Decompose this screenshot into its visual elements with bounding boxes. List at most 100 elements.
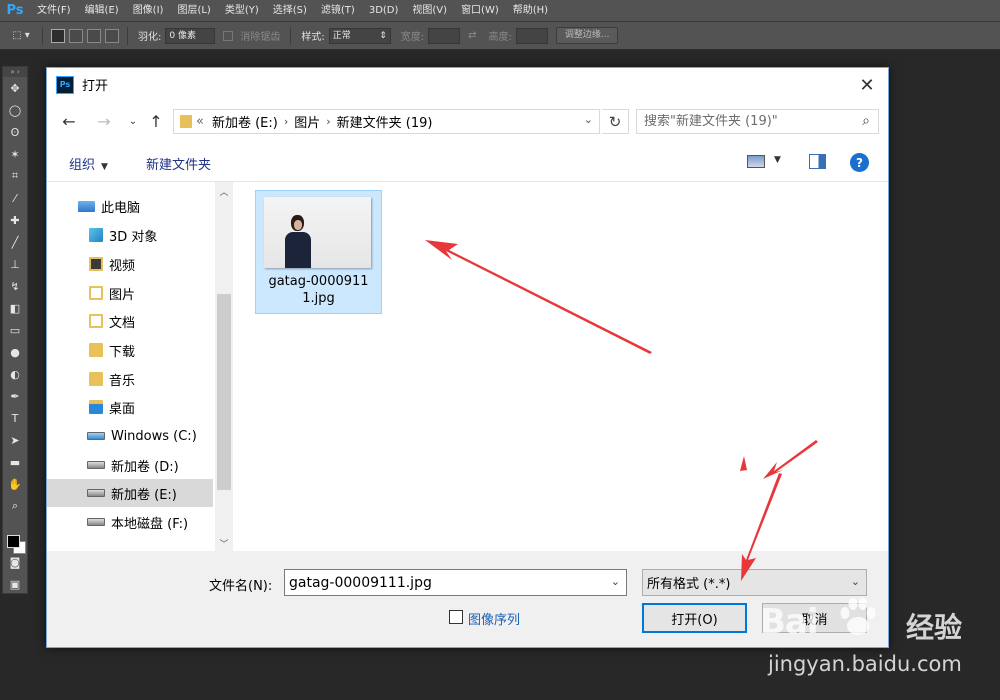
blur-icon[interactable]: ●	[3, 341, 27, 363]
breadcrumb-new-folder-19[interactable]: 新建文件夹 (19)	[337, 112, 433, 131]
tree-item-drive-d[interactable]: 新加卷 (D:)	[47, 451, 213, 479]
menu-layer[interactable]: 图层(L)	[170, 0, 217, 22]
preview-pane-icon[interactable]	[809, 154, 826, 169]
breadcrumb-pictures[interactable]: 图片	[294, 112, 320, 131]
tree-item-videos[interactable]: 视频	[47, 250, 213, 278]
chevron-right-icon[interactable]: ›	[326, 115, 330, 128]
type-tool-icon[interactable]: T	[3, 407, 27, 429]
width-label: 宽度:	[400, 32, 425, 43]
scroll-down-icon[interactable]: ﹀	[215, 534, 233, 552]
breadcrumb-drive-e[interactable]: 新加卷 (E:)	[212, 112, 278, 131]
shape-icon[interactable]: ▬	[3, 451, 27, 473]
filename-combobox[interactable]: ⌄	[284, 569, 627, 596]
intersect-selection-icon[interactable]	[105, 28, 119, 43]
scroll-up-icon[interactable]: ︿	[215, 182, 233, 200]
up-arrow-icon[interactable]: ↑	[146, 111, 166, 131]
menu-view[interactable]: 视图(V)	[405, 0, 454, 22]
zoom-icon[interactable]: ⌕	[3, 495, 27, 517]
search-input[interactable]	[644, 114, 844, 129]
music-folder-icon	[89, 372, 103, 386]
tree-item-downloads[interactable]: 下载	[47, 336, 213, 364]
chevron-down-icon[interactable]: ⌄	[611, 575, 620, 588]
refine-edge-button[interactable]: 调整边缘...	[555, 27, 619, 44]
lasso-icon[interactable]: ʘ	[3, 121, 27, 143]
refresh-icon[interactable]: ↻	[602, 109, 629, 134]
screen-mode-icon[interactable]: ▣	[3, 573, 27, 595]
foreground-color-swatch[interactable]	[7, 535, 20, 548]
brush-icon[interactable]: ╱	[3, 231, 27, 253]
address-bar[interactable]: « 新加卷 (E:) › 图片 › 新建文件夹 (19) ⌄	[173, 109, 600, 134]
filename-input[interactable]	[285, 570, 595, 595]
spinner-icon: ⇕	[379, 30, 387, 41]
ellipse-marquee-icon[interactable]: ◯	[3, 99, 27, 121]
change-view-icon[interactable]	[747, 155, 765, 168]
tree-item-label: 新加卷 (E:)	[111, 487, 177, 503]
menu-file[interactable]: 文件(F)	[30, 0, 78, 22]
quick-mask-icon[interactable]: ◙	[3, 551, 27, 573]
tree-scrollbar[interactable]: ︿ ﹀	[215, 182, 233, 552]
stamp-icon[interactable]: ⊥	[3, 253, 27, 275]
file-name-line2: 1.jpg	[302, 291, 335, 306]
menu-filter[interactable]: 滤镜(T)	[314, 0, 362, 22]
chevron-down-icon[interactable]: ⌄	[584, 113, 593, 126]
image-sequence-label[interactable]: 图像序列	[468, 609, 520, 628]
image-sequence-checkbox[interactable]	[449, 610, 463, 624]
marquee-preset-icon[interactable]: ⬚ ▾	[6, 26, 36, 46]
chevron-down-icon[interactable]: ⌄	[851, 575, 860, 588]
file-name-line1: gatag-0000911	[268, 274, 369, 289]
path-select-icon[interactable]: ➤	[3, 429, 27, 451]
tree-item-3d-objects[interactable]: 3D 对象	[47, 221, 213, 249]
menu-image[interactable]: 图像(I)	[126, 0, 171, 22]
style-select[interactable]: 正常 ⇕	[328, 27, 391, 44]
organize-menu[interactable]: 组织 ▼	[69, 154, 108, 173]
tree-item-pictures[interactable]: 图片	[47, 279, 213, 307]
subtract-selection-icon[interactable]	[87, 28, 101, 43]
pen-icon[interactable]: ✒	[3, 385, 27, 407]
tree-item-drive-e[interactable]: 新加卷 (E:)	[47, 479, 213, 507]
magic-wand-icon[interactable]: ✶	[3, 143, 27, 165]
tree-item-drive-c[interactable]: Windows (C:)	[47, 422, 213, 450]
recent-locations-chevron-icon[interactable]: ⌄	[123, 111, 143, 131]
address-overflow[interactable]: «	[196, 114, 204, 129]
add-selection-icon[interactable]	[69, 28, 83, 43]
help-icon[interactable]: ?	[850, 153, 869, 172]
close-icon[interactable]: ✕	[854, 72, 880, 98]
healing-brush-icon[interactable]: ✚	[3, 209, 27, 231]
caret-down-icon[interactable]: ▼	[774, 155, 781, 165]
panel-grip-icon[interactable]: » ›	[3, 67, 27, 77]
move-tool-icon[interactable]: ✥	[3, 77, 27, 99]
tree-item-drive-f[interactable]: 本地磁盘 (F:)	[47, 508, 213, 536]
menu-window[interactable]: 窗口(W)	[454, 0, 506, 22]
dodge-icon[interactable]: ◐	[3, 363, 27, 385]
menu-edit[interactable]: 编辑(E)	[78, 0, 126, 22]
search-box[interactable]: ⌕	[636, 109, 879, 134]
history-brush-icon[interactable]: ↯	[3, 275, 27, 297]
open-button[interactable]: 打开(O)	[642, 603, 747, 633]
antialias-checkbox[interactable]	[223, 30, 234, 41]
new-folder-button[interactable]: 新建文件夹	[146, 154, 211, 173]
menu-3d[interactable]: 3D(D)	[362, 0, 406, 22]
hand-icon[interactable]: ✋	[3, 473, 27, 495]
back-arrow-icon[interactable]: ←	[59, 111, 79, 131]
file-item[interactable]: gatag-0000911 1.jpg	[255, 190, 382, 314]
chevron-right-icon[interactable]: ›	[284, 115, 288, 128]
menu-type[interactable]: 类型(Y)	[218, 0, 266, 22]
crop-icon[interactable]: ⌗	[3, 165, 27, 187]
gradient-icon[interactable]: ▭	[3, 319, 27, 341]
menu-select[interactable]: 选择(S)	[266, 0, 314, 22]
scroll-thumb[interactable]	[217, 294, 231, 490]
height-input[interactable]	[515, 27, 548, 44]
tree-item-documents[interactable]: 文档	[47, 307, 213, 335]
eraser-icon[interactable]: ◧	[3, 297, 27, 319]
tree-item-desktop[interactable]: 桌面	[47, 393, 213, 421]
swap-icon[interactable]: ⇄	[468, 30, 476, 41]
tree-item-music[interactable]: 音乐	[47, 365, 213, 393]
eyedropper-icon[interactable]: ⁄	[3, 187, 27, 209]
new-selection-icon[interactable]	[51, 28, 65, 43]
width-input[interactable]	[428, 27, 461, 44]
search-icon[interactable]: ⌕	[862, 113, 870, 129]
menu-help[interactable]: 帮助(H)	[506, 0, 555, 22]
forward-arrow-icon[interactable]: →	[94, 111, 114, 131]
feather-input[interactable]: 0 像素	[165, 27, 216, 44]
tree-item-this-pc[interactable]: 此电脑	[47, 192, 213, 220]
